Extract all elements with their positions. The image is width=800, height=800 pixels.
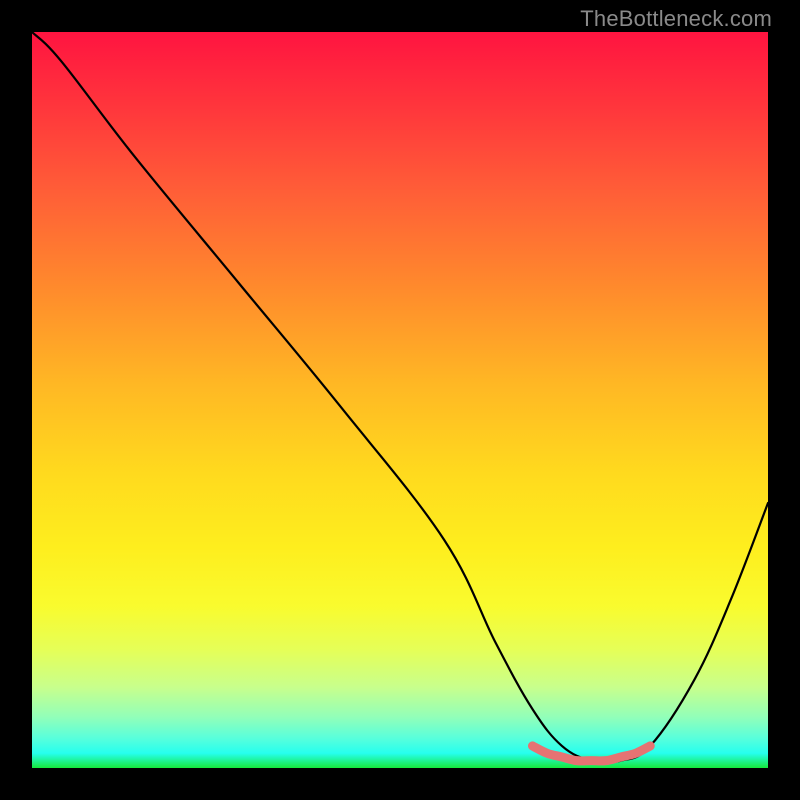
chart-frame: TheBottleneck.com — [0, 0, 800, 800]
bottleneck-curve — [32, 32, 768, 763]
watermark-label: TheBottleneck.com — [580, 6, 772, 32]
plot-area — [32, 32, 768, 768]
curve-layer — [32, 32, 768, 768]
optimal-marker — [532, 746, 650, 761]
